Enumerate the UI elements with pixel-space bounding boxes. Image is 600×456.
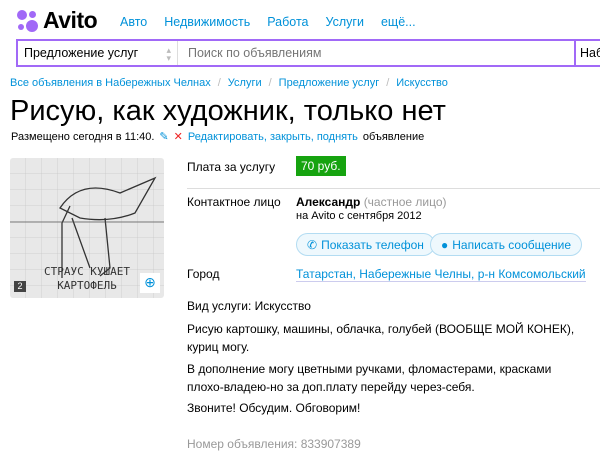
edit-link[interactable]: Редактировать, закрыть, поднять bbox=[188, 131, 358, 143]
breadcrumb-separator: / bbox=[268, 77, 272, 89]
select-arrows-icon: ▴ ▾ bbox=[166, 45, 171, 63]
contact-type: (частное лицо) bbox=[363, 195, 447, 209]
price-badge: 70 руб. bbox=[296, 156, 346, 176]
chat-bubble-icon: ● bbox=[441, 237, 449, 252]
phone-icon: ✆ bbox=[307, 237, 318, 252]
write-message-button[interactable]: ● Написать сообщение bbox=[430, 233, 583, 256]
posted-info: Размещено сегодня в 11:40. ✎ ✕ Редактиро… bbox=[11, 130, 425, 144]
service-type: Вид услуги: Искусство bbox=[187, 299, 311, 313]
nav-realty[interactable]: Недвижимость bbox=[164, 15, 250, 29]
breadcrumb: Все объявления в Набережных Челнах / Услу… bbox=[10, 77, 448, 89]
breadcrumb-separator: / bbox=[217, 77, 221, 89]
ad-number: Номер объявления: 833907389 bbox=[187, 437, 361, 451]
city-link[interactable]: Татарстан, Набережные Челны, р-н Комсомо… bbox=[296, 267, 586, 282]
logo-text: Avito bbox=[43, 7, 98, 33]
page-title: Рисую, как художник, только нет bbox=[10, 95, 446, 127]
top-nav: Авто Недвижимость Работа Услуги ещё... bbox=[120, 15, 416, 29]
write-message-label: Написать сообщение bbox=[452, 237, 572, 252]
category-value: Предложение услуг bbox=[24, 46, 139, 60]
category-select[interactable]: Предложение услуг ▴ ▾ bbox=[18, 41, 178, 65]
photo-caption-line-2: КАРТОФЕЛЬ bbox=[57, 279, 117, 292]
search-input[interactable] bbox=[178, 41, 574, 65]
avito-logo[interactable]: Avito bbox=[17, 7, 98, 34]
close-icon[interactable]: ✕ bbox=[174, 130, 183, 143]
divider bbox=[187, 188, 600, 189]
logo-dots-icon bbox=[17, 9, 38, 32]
description-p2: В дополнение могу цветными ручками, флом… bbox=[187, 362, 552, 394]
nav-more[interactable]: ещё... bbox=[381, 15, 416, 29]
pencil-icon[interactable]: ✎ bbox=[159, 130, 168, 143]
nav-jobs[interactable]: Работа bbox=[267, 15, 308, 29]
nav-auto[interactable]: Авто bbox=[120, 15, 147, 29]
zoom-in-icon[interactable]: ⊕ bbox=[140, 273, 160, 293]
member-since: на Avito с сентября 2012 bbox=[296, 210, 422, 222]
breadcrumb-all[interactable]: Все объявления в Набережных Челнах bbox=[10, 77, 211, 89]
breadcrumb-services[interactable]: Услуги bbox=[228, 77, 262, 89]
location-input[interactable]: Наб bbox=[574, 39, 600, 67]
breadcrumb-offer[interactable]: Предложение услуг bbox=[279, 77, 380, 89]
description-p3: Звоните! Обсудим. Обговорим! bbox=[187, 401, 361, 415]
price-label: Плата за услугу bbox=[187, 160, 276, 174]
contact-name[interactable]: Александр bbox=[296, 195, 360, 209]
posted-suffix: объявление bbox=[362, 130, 425, 143]
contact-label: Контактное лицо bbox=[187, 195, 281, 209]
search-bar: Предложение услуг ▴ ▾ bbox=[16, 39, 576, 67]
contact: Александр (частное лицо) bbox=[296, 195, 447, 209]
nav-services[interactable]: Услуги bbox=[326, 15, 364, 29]
posted-text: Размещено сегодня в 11:40. bbox=[11, 130, 155, 143]
ad-photo[interactable]: СТРАУС КУШАЕТ КАРТОФЕЛЬ 2 ⊕ bbox=[10, 158, 164, 298]
city-label: Город bbox=[187, 267, 220, 281]
breadcrumb-art[interactable]: Искусство bbox=[396, 77, 448, 89]
description-p1: Рисую картошку, машины, облачка, голубей… bbox=[187, 322, 575, 354]
photo-caption-line-1: СТРАУС КУШАЕТ bbox=[44, 265, 130, 278]
show-phone-button[interactable]: ✆ Показать телефон bbox=[296, 233, 435, 256]
breadcrumb-separator: / bbox=[386, 77, 390, 89]
photo-count: 2 bbox=[14, 281, 26, 292]
show-phone-label: Показать телефон bbox=[321, 237, 424, 252]
